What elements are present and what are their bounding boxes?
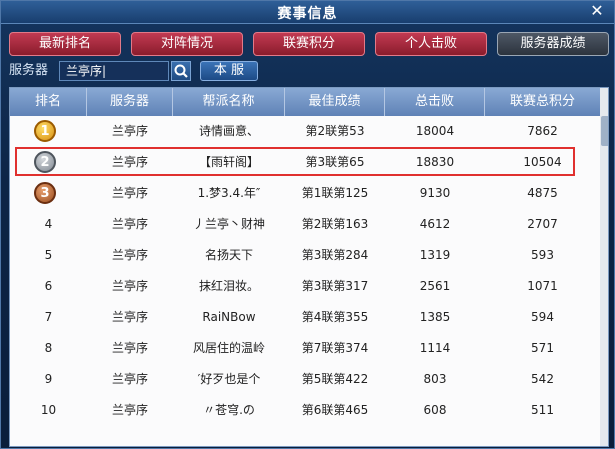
cell-rank: 9 [44,372,53,386]
cell-rank: 5 [44,248,53,262]
cell-kills: 2561 [419,279,451,293]
cell-best: 第3联第317 [301,279,369,293]
cell-guild: 丿兰亭丶财神 [192,217,265,231]
close-icon[interactable]: ✕ [588,2,606,20]
cell-kills: 1114 [419,341,451,355]
cell-points: 594 [531,310,554,324]
table-row[interactable]: 6 兰亭序 抹红泪妆。 第3联第317 2561 1071 [10,271,600,302]
cell-server: 兰亭序 [111,248,148,262]
cell-best: 第2联第53 [305,124,365,138]
window-title: 赛事信息 [277,6,338,22]
tab-bar: 最新排名 对阵情况 联赛积分 个人击败 服务器成绩 [9,32,609,56]
table-row[interactable]: 10 兰亭序 〃苍穹.の 第6联第465 608 511 [10,395,600,426]
cell-server: 兰亭序 [111,279,148,293]
tab-league-points[interactable]: 联赛积分 [253,32,365,56]
cell-points: 10504 [523,155,562,169]
cell-rank: 8 [44,341,53,355]
cell-kills: 1385 [419,310,451,324]
table-row[interactable]: 8 兰亭序 风居住的温岭 第7联第374 1114 571 [10,333,600,364]
cell-best: 第5联第422 [301,372,369,386]
cell-points: 571 [531,341,554,355]
cell-kills: 803 [423,372,447,386]
cell-rank: 4 [44,217,53,231]
server-label: 服务器 [9,63,49,78]
rank-medal-icon: 3 [10,178,87,209]
tab-latest-ranking[interactable]: 最新排名 [9,32,121,56]
cell-best: 第6联第465 [301,403,369,417]
rank-medal-icon: 1 [10,116,87,147]
tab-server-results[interactable]: 服务器成绩 [497,32,609,56]
cell-server: 兰亭序 [111,186,148,200]
table-row[interactable]: 2 兰亭序 【雨轩阁】 第3联第65 18830 10504 [10,147,600,178]
cell-server: 兰亭序 [111,124,148,138]
cell-server: 兰亭序 [111,310,148,324]
col-guild[interactable]: 帮派名称 [173,88,285,116]
cell-points: 7862 [527,124,558,138]
scrollbar-thumb[interactable] [601,116,608,146]
cell-server: 兰亭序 [111,217,148,231]
col-kills[interactable]: 总击败 [385,88,485,116]
cell-best: 第4联第355 [301,310,369,324]
search-button[interactable] [171,61,191,81]
tab-matchups[interactable]: 对阵情况 [131,32,243,56]
cell-rank: 6 [44,279,53,293]
server-input[interactable]: 兰亭序| [59,61,169,81]
rank-medal-icon: 3 [34,182,56,204]
cell-points: 4875 [527,186,558,200]
cell-guild: 〃苍穹.の [203,403,255,417]
cell-points: 542 [531,372,554,386]
cell-points: 2707 [527,217,558,231]
cell-guild: 风居住的温岭 [192,341,265,355]
cell-points: 511 [531,403,554,417]
cell-kills: 608 [423,403,447,417]
scrollbar[interactable] [600,88,608,446]
cell-kills: 18830 [415,155,455,169]
search-icon [174,64,188,78]
cell-kills: 4612 [419,217,451,231]
table-header: 排名 服务器 帮派名称 最佳成绩 总击败 联赛总积分 [10,88,600,116]
cell-guild: RaiNBow [202,310,256,324]
table-row[interactable]: 5 兰亭序 名扬天下 第3联第284 1319 593 [10,240,600,271]
cell-server: 兰亭序 [111,403,148,417]
cell-points: 593 [531,248,554,262]
title-bar: 赛事信息 ✕ [1,1,614,24]
tab-personal-kills[interactable]: 个人击败 [375,32,487,56]
cell-server: 兰亭序 [111,155,148,169]
table-row[interactable]: 9 兰亭序 ′好歹也是个 第5联第422 803 542 [10,364,600,395]
cell-rank: 10 [40,403,57,417]
cell-guild: ′好歹也是个 [197,372,261,386]
table-row[interactable]: 1 兰亭序 诗情画意、 第2联第53 18004 7862 [10,116,600,147]
table-row[interactable]: 3 兰亭序 1.梦3.4.年″ 第1联第125 9130 4875 [10,178,600,209]
cell-best: 第2联第163 [301,217,369,231]
col-points[interactable]: 联赛总积分 [485,88,600,116]
cell-server: 兰亭序 [111,341,148,355]
cell-best: 第1联第125 [301,186,369,200]
this-server-button[interactable]: 本 服 [200,61,258,81]
cell-rank: 7 [44,310,53,324]
cell-best: 第7联第374 [301,341,369,355]
rank-medal-icon: 2 [10,147,87,178]
col-server[interactable]: 服务器 [87,88,173,116]
cell-best: 第3联第284 [301,248,369,262]
cell-server: 兰亭序 [111,372,148,386]
cell-kills: 1319 [419,248,451,262]
cell-guild: 1.梦3.4.年″ [197,186,261,200]
cell-guild: 诗情画意、 [198,124,259,138]
table-row[interactable]: 4 兰亭序 丿兰亭丶财神 第2联第163 4612 2707 [10,209,600,240]
cell-kills: 9130 [419,186,451,200]
cell-kills: 18004 [415,124,455,138]
rank-medal-icon: 2 [34,151,56,173]
cell-guild: 抹红泪妆。 [198,279,259,293]
cell-guild: 【雨轩阁】 [198,155,259,169]
ranking-table: 排名 服务器 帮派名称 最佳成绩 总击败 联赛总积分 1 兰亭序 诗情画意、 第2联第… [9,87,609,447]
rank-medal-icon: 1 [34,120,56,142]
event-info-window: 赛事信息 ✕ 最新排名 对阵情况 联赛积分 个人击败 服务器成绩 服务器 兰亭序… [0,0,615,449]
cell-guild: 名扬天下 [204,248,253,262]
col-rank[interactable]: 排名 [10,88,87,116]
col-best[interactable]: 最佳成绩 [285,88,385,116]
cell-points: 1071 [527,279,558,293]
cell-best: 第3联第65 [305,155,365,169]
table-row[interactable]: 7 兰亭序 RaiNBow 第4联第355 1385 594 [10,302,600,333]
